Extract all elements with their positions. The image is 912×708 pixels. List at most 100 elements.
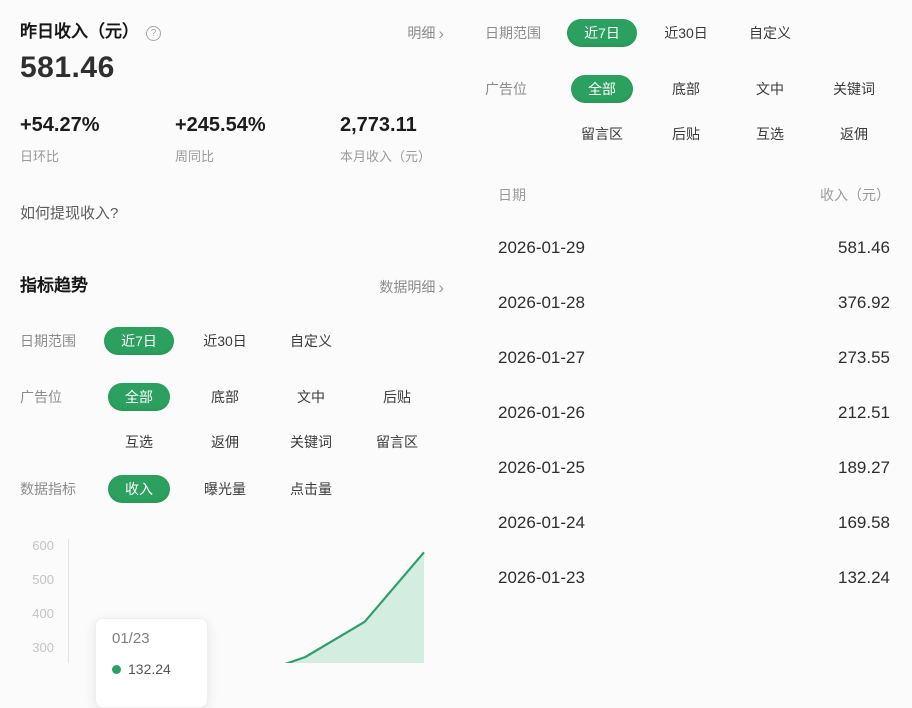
trend-detail-link[interactable]: 数据明细› [379,277,444,298]
option-slot: 底部 [182,382,268,412]
income-detail-link[interactable]: 明细› [407,23,444,44]
right-ad-slot-option-8[interactable]: 返佣 [840,120,868,148]
right-ad-slot-option-4[interactable]: 关键词 [833,75,875,103]
withdraw-help-link[interactable]: 如何提现收入? [20,205,118,223]
table-row: 2026-01-28 376.92 [498,275,890,330]
table-row: 2026-01-26212.51 [498,385,890,440]
chevron-right-icon: › [438,278,444,297]
help-question-icon[interactable]: ? [146,26,161,41]
column-income: 收入（元） [820,185,890,205]
table-header: 日期 收入（元） [498,185,890,205]
stat-week-over-week: +245.54% 周同比 [175,112,266,165]
left-ad-slot-option-1[interactable]: 全部 [108,383,170,411]
option-slot: 近30日 [182,326,268,356]
income-cell: 189.27 [838,458,890,478]
right-ad-slot-option-2[interactable]: 底部 [672,75,700,103]
left-date-range-option-1[interactable]: 近7日 [104,327,174,355]
option-slot: 互选 [96,427,182,457]
tooltip-value: 132.24 [128,661,171,677]
option-slot: 全部 [96,382,182,412]
right-ad-slot-option-7[interactable]: 互选 [756,120,784,148]
trend-chart[interactable]: 600500400300 [0,530,460,663]
income-title-row: 昨日收入（元）? 明细› [20,22,444,42]
column-date: 日期 [498,185,526,205]
option-slot: 收入 [96,474,182,504]
option-slot: 后贴 [354,382,440,412]
income-detail-label: 明细 [407,25,435,41]
stat-label: 周同比 [175,146,266,165]
option-slot: 全部 [560,74,644,104]
stat-value: +54.27% [20,112,100,138]
table-row: 2026-01-23 132.24 [498,550,890,605]
option-slot: 互选 [728,119,812,149]
stat-value: 2,773.11 [340,112,431,138]
income-cell: 132.24 [838,568,890,588]
trend-line-chart-svg[interactable] [0,530,460,663]
income-panel: 昨日收入（元）? 明细› 581.46 +54.27% 日环比 +245.54%… [0,0,460,663]
option-slot: 留言区 [560,119,644,149]
right-ad-slot-option-6[interactable]: 后贴 [672,120,700,148]
left-date-range-option-3[interactable]: 自定义 [290,327,332,355]
option-slot: 文中 [268,382,354,412]
date-cell: 2026-01-28 [498,293,585,313]
stat-label: 本月收入（元） [340,146,431,165]
option-slot: 自定义 [728,18,812,48]
left-metric-label: 数据指标 [20,474,76,504]
tooltip-date: 01/23 [112,630,207,648]
table-row: 2026-01-29581.46 [498,220,890,275]
option-slot: 点击量 [268,474,354,504]
option-slot: 关键词 [268,427,354,457]
date-cell: 2026-01-23 [498,568,585,588]
right-date-range-label: 日期范围 [485,18,541,48]
option-slot: 后贴 [644,119,728,149]
trend-title: 指标趋势 [20,276,88,296]
option-slot: 留言区 [354,427,440,457]
left-ad-slot-option-5[interactable]: 互选 [125,428,153,456]
right-date-range-options: 近7日近30日 自定义 [560,18,900,48]
left-date-range-option-2[interactable]: 近30日 [203,327,247,355]
option-slot: 近7日 [96,326,182,356]
trend-detail-label: 数据明细 [379,279,435,295]
right-date-range-option-1[interactable]: 近7日 [567,19,637,47]
left-ad-slot-option-2[interactable]: 底部 [211,383,239,411]
table-row: 2026-01-25 189.27 [498,440,890,495]
left-date-range-options: 近7日 近30日 自定义 [96,326,448,356]
stat-month-income: 2,773.11 本月收入（元） [340,112,431,165]
left-ad-slot-option-7[interactable]: 关键词 [290,428,332,456]
yesterday-income-amount: 581.46 [20,51,115,85]
left-metric-options: 收入 曝光量 点击量 [96,474,448,504]
right-ad-slot-option-3[interactable]: 文中 [756,75,784,103]
option-slot: 自定义 [268,326,354,356]
table-row: 2026-01-27 273.55 [498,330,890,385]
income-cell: 169.58 [838,513,890,533]
stat-label: 日环比 [20,146,100,165]
date-cell: 2026-01-24 [498,513,585,533]
left-ad-slot-label: 广告位 [20,382,62,412]
left-ad-slot-option-3[interactable]: 文中 [297,383,325,411]
chart-tooltip: 01/23 132.24 [95,618,208,708]
left-ad-slot-option-6[interactable]: 返佣 [211,428,239,456]
option-slot: 近7日 [560,18,644,48]
date-cell: 2026-01-25 [498,458,585,478]
left-metric-option-2[interactable]: 曝光量 [204,475,246,503]
option-slot: 返佣 [812,119,896,149]
left-metric-option-1[interactable]: 收入 [108,475,170,503]
option-slot: 关键词 [812,74,896,104]
right-ad-slot-option-1[interactable]: 全部 [571,75,633,103]
left-ad-slot-option-8[interactable]: 留言区 [376,428,418,456]
left-ad-slot-option-4[interactable]: 后贴 [383,383,411,411]
income-title: 昨日收入（元） [20,22,139,42]
right-date-range-option-2[interactable]: 近30日 [664,19,708,47]
income-cell: 376.92 [838,293,890,313]
right-ad-slot-option-5[interactable]: 留言区 [581,120,623,148]
option-slot: 近30日 [644,18,728,48]
right-date-range-option-3[interactable]: 自定义 [749,19,791,47]
income-table-body: 2026-01-29581.462026-01-28376.922026-01-… [498,220,890,605]
date-cell: 2026-01-29 [498,238,585,258]
right-ad-slot-label: 广告位 [485,74,527,104]
left-metric-option-3[interactable]: 点击量 [290,475,332,503]
date-cell: 2026-01-27 [498,348,585,368]
income-cell: 273.55 [838,348,890,368]
chevron-right-icon: › [438,24,444,43]
date-cell: 2026-01-26 [498,403,585,423]
